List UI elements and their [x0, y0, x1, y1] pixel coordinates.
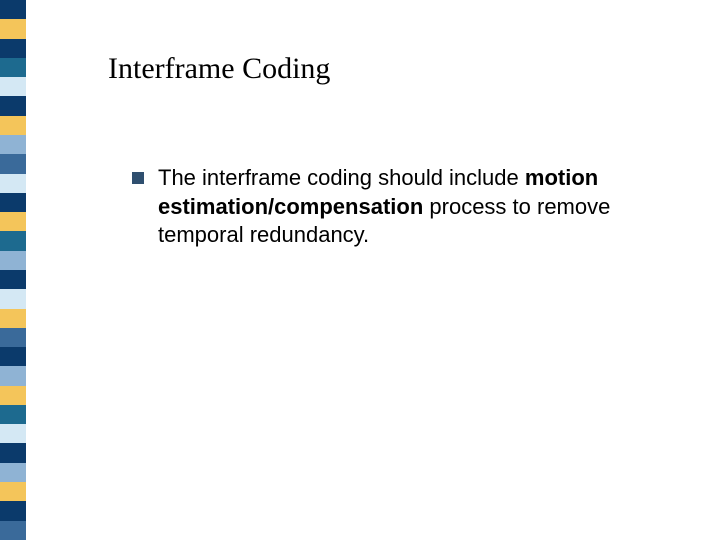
sidebar-segment: [0, 482, 26, 501]
sidebar-segment: [0, 212, 26, 231]
sidebar-segment: [0, 347, 26, 366]
sidebar-segment: [0, 251, 26, 270]
sidebar-segment: [0, 193, 26, 212]
sidebar-segment: [0, 0, 26, 19]
sidebar-segment: [0, 405, 26, 424]
sidebar-segment: [0, 501, 26, 520]
sidebar-segment: [0, 135, 26, 154]
sidebar-segment: [0, 424, 26, 443]
sidebar-segment: [0, 270, 26, 289]
sidebar-segment: [0, 77, 26, 96]
sidebar-segment: [0, 231, 26, 250]
square-bullet-icon: [132, 172, 144, 184]
slide-content: Interframe Coding The interframe coding …: [108, 52, 680, 250]
sidebar-segment: [0, 289, 26, 308]
bullet-text-pre: The interframe coding should include: [158, 165, 525, 190]
slide-title: Interframe Coding: [108, 52, 680, 86]
sidebar-segment: [0, 116, 26, 135]
sidebar-segment: [0, 154, 26, 173]
sidebar-segment: [0, 39, 26, 58]
sidebar-segment: [0, 96, 26, 115]
sidebar-segment: [0, 19, 26, 38]
sidebar-segment: [0, 521, 26, 540]
bullet-text: The interframe coding should include mot…: [158, 164, 658, 250]
decorative-sidebar: [0, 0, 26, 540]
sidebar-segment: [0, 328, 26, 347]
sidebar-segment: [0, 386, 26, 405]
sidebar-segment: [0, 443, 26, 462]
sidebar-segment: [0, 174, 26, 193]
sidebar-segment: [0, 366, 26, 385]
sidebar-segment: [0, 309, 26, 328]
bullet-item: The interframe coding should include mot…: [132, 164, 680, 250]
sidebar-segment: [0, 463, 26, 482]
sidebar-segment: [0, 58, 26, 77]
